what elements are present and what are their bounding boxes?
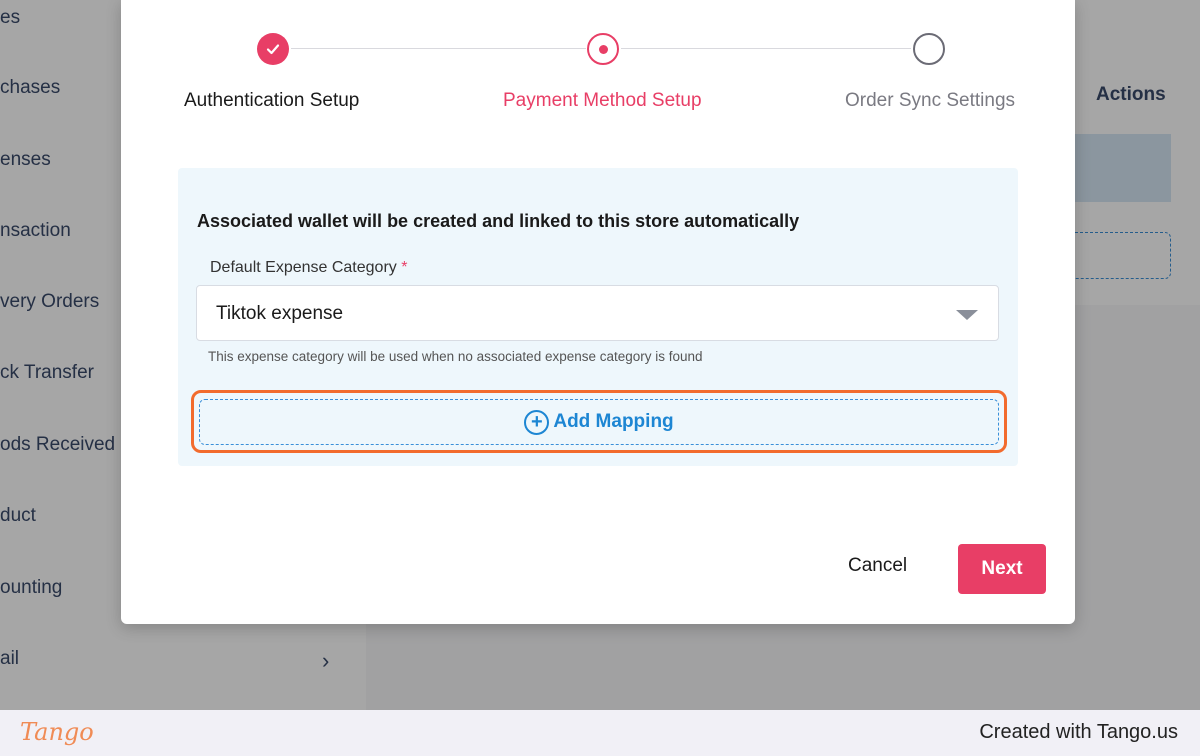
step-label-order-sync[interactable]: Order Sync Settings — [845, 90, 1015, 112]
step-label-payment-method[interactable]: Payment Method Setup — [503, 90, 702, 112]
add-mapping-button[interactable]: + Add Mapping — [199, 399, 999, 445]
chevron-down-icon[interactable] — [956, 310, 978, 320]
step-label-authentication[interactable]: Authentication Setup — [184, 90, 359, 112]
select-value: Tiktok expense — [216, 303, 344, 324]
highlight-frame: + Add Mapping — [191, 390, 1007, 453]
step-connector — [621, 48, 911, 49]
cancel-button[interactable]: Cancel — [848, 555, 907, 577]
step-connector — [291, 48, 586, 49]
step-pending-indicator — [913, 33, 945, 65]
step-active-indicator — [587, 33, 619, 65]
expense-category-hint: This expense category will be used when … — [208, 349, 703, 364]
next-button[interactable]: Next — [958, 544, 1046, 594]
setup-modal: Authentication Setup Payment Method Setu… — [121, 0, 1075, 624]
footer: Tango Created with Tango.us — [0, 710, 1200, 756]
field-label-text: Default Expense Category — [210, 259, 397, 276]
plus-circle-icon: + — [524, 409, 550, 435]
required-marker: * — [401, 259, 408, 276]
payment-method-panel: Associated wallet will be created and li… — [178, 168, 1018, 466]
panel-title: Associated wallet will be created and li… — [197, 211, 800, 231]
footer-credit: Created with Tango.us — [979, 721, 1178, 743]
check-icon — [266, 44, 280, 55]
step-complete-indicator — [257, 33, 289, 65]
active-dot-icon — [598, 44, 608, 54]
expense-category-label: Default Expense Category * — [210, 259, 407, 277]
tango-logo: Tango — [20, 718, 94, 746]
stepper: Authentication Setup Payment Method Setu… — [121, 0, 1075, 130]
expense-category-select[interactable]: Tiktok expense — [196, 285, 999, 341]
add-mapping-label: Add Mapping — [553, 411, 674, 432]
